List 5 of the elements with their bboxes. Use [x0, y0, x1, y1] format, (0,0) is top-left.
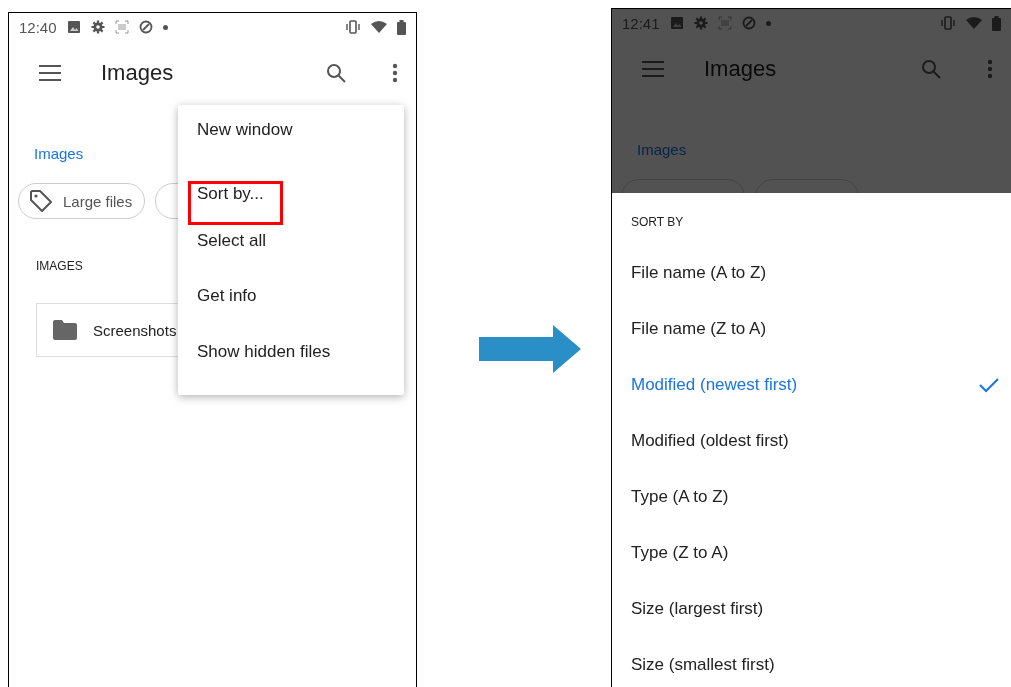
- section-header: IMAGES: [36, 259, 83, 273]
- status-time: 12:40: [19, 18, 57, 36]
- sheet-title: SORT BY: [631, 215, 684, 229]
- app-title: Images: [101, 60, 174, 86]
- app-title: Images: [704, 56, 777, 82]
